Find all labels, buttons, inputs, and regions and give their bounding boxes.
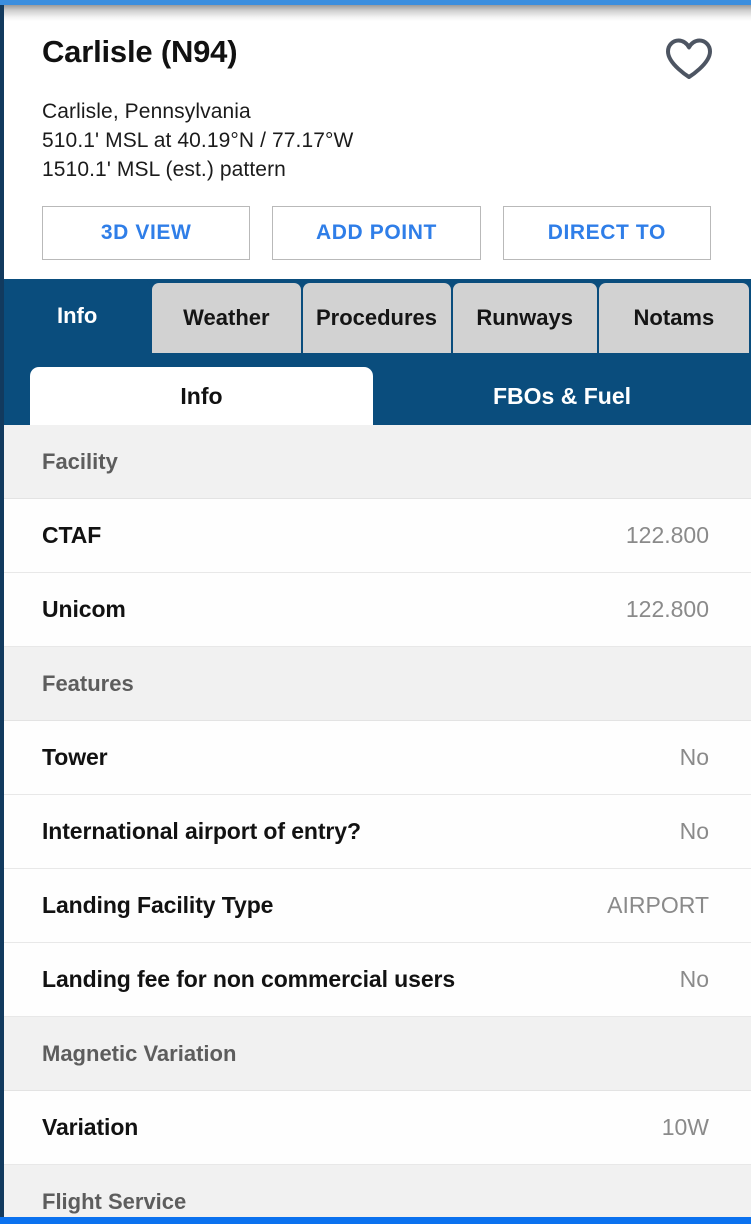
3d-view-button[interactable]: 3D VIEW: [42, 206, 251, 260]
row-value: No: [679, 744, 709, 770]
airport-elevation: 510.1' MSL at 40.19°N / 77.17°W: [42, 129, 354, 152]
table-row[interactable]: Landing fee for non commercial users No: [4, 943, 751, 1017]
airport-info-list: Facility CTAF 122.800 Unicom 122.800 Fea…: [4, 425, 751, 1217]
row-label: Landing fee for non commercial users: [42, 966, 456, 992]
row-value: No: [679, 966, 709, 992]
row-label: International airport of entry?: [42, 818, 361, 844]
airport-detail-screen: Carlisle (N94) Carlisle, Pennsylvania 51…: [0, 0, 751, 1224]
direct-to-button[interactable]: DIRECT TO: [502, 206, 711, 260]
section-header-facility: Facility: [4, 425, 751, 499]
tab-weather[interactable]: Weather: [152, 283, 301, 353]
section-header-flight-service: Flight Service: [4, 1165, 751, 1217]
row-label: Landing Facility Type: [42, 892, 274, 918]
page-title: Carlisle (N94): [42, 34, 238, 69]
table-row[interactable]: Unicom 122.800: [4, 573, 751, 647]
subtab-fbos-fuel[interactable]: FBOs & Fuel: [373, 367, 751, 425]
primary-tab-bar: Info Weather Procedures Runways Notams: [4, 279, 751, 353]
row-value: 122.800: [625, 596, 709, 622]
row-value: 10W: [661, 1114, 709, 1140]
table-row[interactable]: International airport of entry? No: [4, 795, 751, 869]
heart-outline-icon: [664, 37, 714, 81]
row-label: Variation: [42, 1114, 139, 1140]
row-label: CTAF: [42, 522, 102, 548]
airport-header: Carlisle (N94) Carlisle, Pennsylvania 51…: [4, 21, 751, 279]
row-value: 122.800: [625, 522, 709, 548]
title-row: Carlisle (N94): [42, 33, 712, 83]
section-header-features: Features: [4, 647, 751, 721]
table-row[interactable]: Landing Facility Type AIRPORT: [4, 869, 751, 943]
tab-runways[interactable]: Runways: [452, 283, 597, 353]
airport-location: Carlisle, Pennsylvania: [42, 100, 251, 123]
tab-procedures[interactable]: Procedures: [302, 283, 451, 353]
bottom-accent-bar: [0, 1217, 751, 1224]
table-row[interactable]: CTAF 122.800: [4, 499, 751, 573]
subtab-info[interactable]: Info: [30, 367, 373, 425]
tab-info[interactable]: Info: [4, 279, 151, 353]
row-label: Tower: [42, 744, 108, 770]
table-row[interactable]: Variation 10W: [4, 1091, 751, 1165]
section-header-magnetic-variation: Magnetic Variation: [4, 1017, 751, 1091]
airport-subtitle-block: Carlisle, Pennsylvania 510.1' MSL at 40.…: [42, 97, 711, 184]
favorite-button[interactable]: [663, 35, 715, 83]
top-shadow: [0, 5, 751, 21]
table-row[interactable]: Tower No: [4, 721, 751, 795]
secondary-tab-bar: Info FBOs & Fuel: [4, 353, 751, 425]
add-point-button[interactable]: ADD POINT: [272, 206, 481, 260]
row-value: AIRPORT: [607, 892, 709, 918]
header-action-buttons: 3D VIEW ADD POINT DIRECT TO: [42, 206, 711, 260]
row-value: No: [679, 818, 709, 844]
tab-notams[interactable]: Notams: [598, 283, 749, 353]
row-label: Unicom: [42, 596, 126, 622]
airport-pattern-altitude: 1510.1' MSL (est.) pattern: [42, 158, 286, 181]
